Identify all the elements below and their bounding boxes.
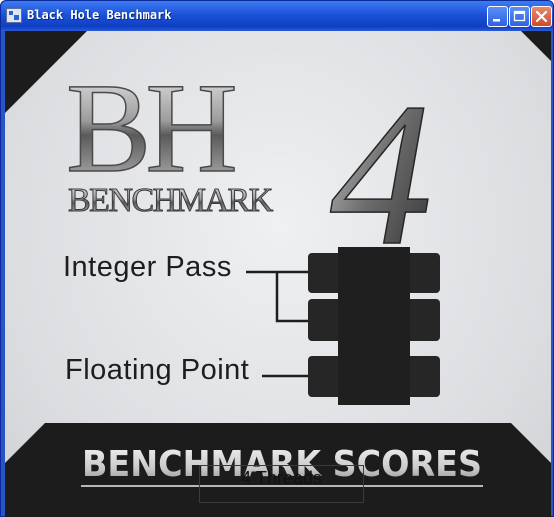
minimize-button[interactable] <box>487 6 508 27</box>
overlay-block <box>338 247 410 405</box>
thread-count-selector[interactable]: 4 Threads <box>199 465 364 503</box>
close-button[interactable] <box>531 6 552 27</box>
window-title: Black Hole Benchmark <box>27 8 172 22</box>
app-icon[interactable] <box>6 8 22 23</box>
maximize-button[interactable] <box>509 6 530 27</box>
title-bar[interactable]: Black Hole Benchmark <box>1 1 553 31</box>
client-area: BH BENCHMARK 4 Integer Pass Floating Poi… <box>5 31 551 517</box>
thread-count-value: 4 Threads <box>241 468 322 488</box>
close-icon <box>535 10 548 23</box>
minimize-icon <box>493 19 500 22</box>
maximize-icon <box>513 10 526 22</box>
app-window: Black Hole Benchmark BH BENCHMARK 4 Inte… <box>0 0 554 517</box>
